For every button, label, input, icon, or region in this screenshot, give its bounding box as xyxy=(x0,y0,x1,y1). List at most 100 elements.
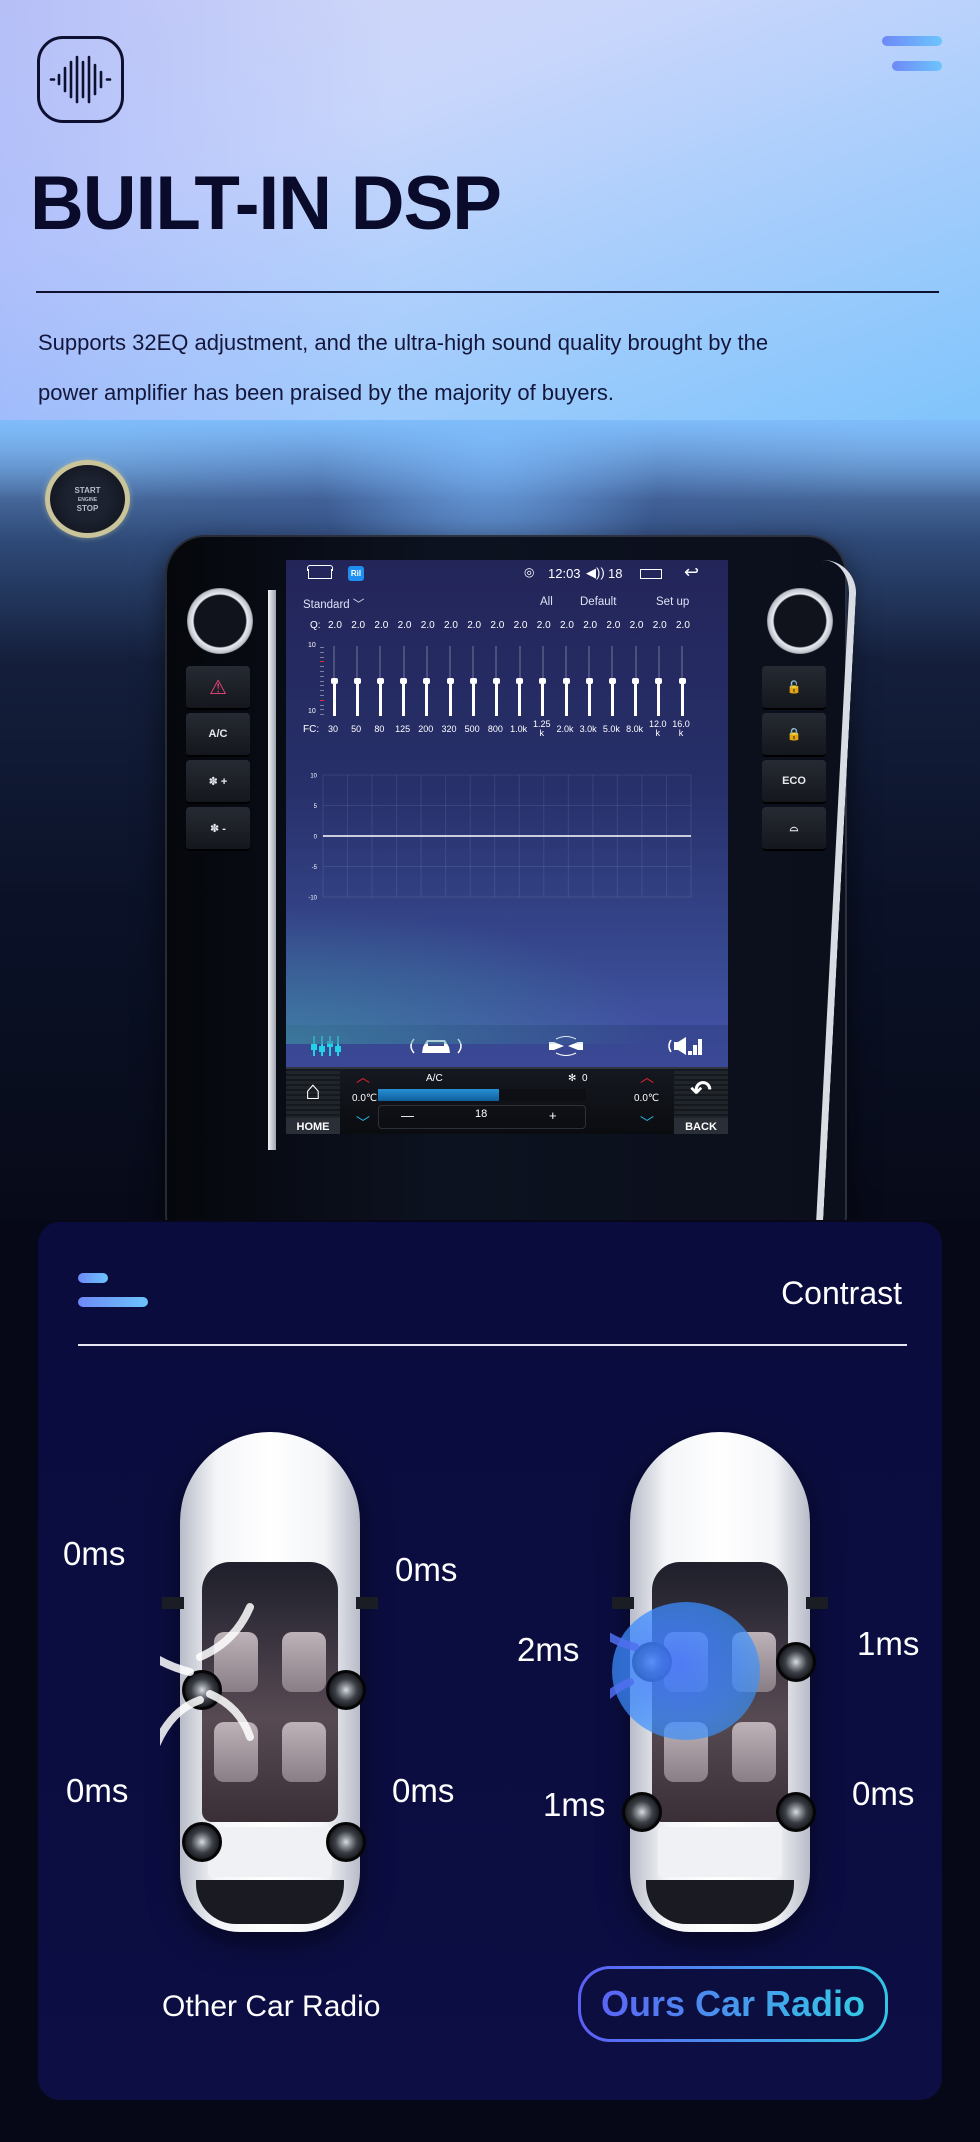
sound-wave-icon xyxy=(37,36,124,123)
scale-top-label: 10 xyxy=(308,642,316,649)
fc-value: 8.0k xyxy=(626,724,644,734)
left-temp: 0.0℃ xyxy=(352,1093,378,1104)
right-temp-down-icon[interactable]: ﹀ xyxy=(640,1113,654,1133)
scale-tick xyxy=(320,709,324,711)
eq-slider-fill xyxy=(494,681,498,716)
car-sound-field-tab[interactable] xyxy=(406,1033,466,1059)
fc-value: 320 xyxy=(441,724,457,734)
preset-dropdown[interactable]: Standard ﹀ xyxy=(303,596,364,612)
eq-slider-knob[interactable] xyxy=(330,678,338,684)
q-value: 2.0 xyxy=(652,620,667,631)
scale-tick xyxy=(320,680,324,682)
card-menu-icon[interactable] xyxy=(78,1273,148,1307)
equalizer-icon xyxy=(311,1036,341,1056)
setup-button[interactable]: Set up xyxy=(656,596,689,608)
left-temp-down-icon[interactable]: ﹀ xyxy=(356,1113,370,1133)
eq-slider-knob[interactable] xyxy=(469,678,477,684)
fan-plus-icon: ✽ + xyxy=(208,775,228,788)
fan-icon: ✻ xyxy=(568,1073,577,1084)
climate-bar: ⌂ HOME ︿ 0.0℃ ﹀ A/C ✻ 0 — 18 + ︿ 0.0℃ ﹀ … xyxy=(286,1067,728,1134)
balance-tab[interactable] xyxy=(536,1033,596,1059)
eq-slider-knob[interactable] xyxy=(608,678,616,684)
fc-value: 1.25 k xyxy=(533,719,551,738)
left-temp-up-icon[interactable]: ︿ xyxy=(356,1067,370,1087)
eq-slider-knob[interactable] xyxy=(423,678,431,684)
q-value: 2.0 xyxy=(420,620,435,631)
scale-tick xyxy=(320,675,324,677)
ours-car-radio-button[interactable]: Ours Car Radio xyxy=(578,1966,888,2042)
app-icon[interactable]: Ril xyxy=(348,566,364,581)
q-value: 2.0 xyxy=(490,620,505,631)
fc-values-row: FC: 30 50 80 125 200 320 500 800 1.0k 1.25 k 2.0k 3… xyxy=(286,720,728,749)
balance-icon xyxy=(549,1036,583,1056)
temp-stepper: — 18 + xyxy=(378,1105,586,1129)
menu-icon[interactable] xyxy=(882,36,942,76)
fan-speed-bar[interactable] xyxy=(378,1089,586,1101)
fc-value: 16.0 k xyxy=(672,719,690,738)
eq-slider-fill xyxy=(402,681,406,716)
home-button[interactable]: ⌂ HOME xyxy=(286,1071,340,1134)
ours-car-diagram xyxy=(610,1432,830,1932)
eq-slider-knob[interactable] xyxy=(446,678,454,684)
q-value: 2.0 xyxy=(583,620,598,631)
fc-value: 12.0 k xyxy=(649,719,667,738)
ours-front-right-delay: 1ms xyxy=(857,1625,920,1662)
eq-slider-fill xyxy=(471,681,475,716)
eq-slider-fill xyxy=(541,681,545,716)
eq-slider-knob[interactable] xyxy=(539,678,547,684)
lock-icon: 🔒 xyxy=(786,727,802,741)
other-car-radio-label: Other Car Radio xyxy=(162,1990,381,2023)
temp-plus-button[interactable]: + xyxy=(549,1108,557,1123)
eq-slider-knob[interactable] xyxy=(492,678,500,684)
fc-value: 50 xyxy=(351,724,362,734)
back-icon[interactable]: ↩ xyxy=(684,562,699,583)
scale-tick xyxy=(320,647,324,648)
eq-slider-knob[interactable] xyxy=(353,678,361,684)
default-button[interactable]: Default xyxy=(580,596,616,608)
y-tick-label: -10 xyxy=(308,896,317,902)
all-button[interactable]: All xyxy=(540,596,553,608)
other-front-left-delay: 0ms xyxy=(63,1535,126,1572)
eq-slider-knob[interactable] xyxy=(376,678,384,684)
ac-label[interactable]: A/C xyxy=(426,1073,443,1084)
arrow xyxy=(160,1696,204,1747)
eq-slider-knob[interactable] xyxy=(516,678,524,684)
eq-slider-knob[interactable] xyxy=(585,678,593,684)
right-temp-up-icon[interactable]: ︿ xyxy=(640,1067,654,1087)
lock-button: 🔒 xyxy=(762,713,826,757)
signal-icon: ◎ xyxy=(524,565,535,579)
eq-slider-knob[interactable] xyxy=(400,678,408,684)
eq-curve-graph: 10 5 0 -5 -10 xyxy=(286,755,728,925)
ours-front-left-delay: 2ms xyxy=(517,1631,580,1668)
home-icon[interactable] xyxy=(307,565,333,579)
sound-effects-tab[interactable] xyxy=(656,1033,716,1059)
eq-slider-knob[interactable] xyxy=(562,678,570,684)
other-rear-left-delay: 0ms xyxy=(66,1772,129,1809)
fan-minus-button: ✽ - xyxy=(186,807,250,851)
dsp-tab-bar xyxy=(286,1025,728,1067)
arrow xyxy=(610,1632,639,1651)
y-tick-label: 5 xyxy=(314,804,318,810)
scale-tick xyxy=(320,651,324,653)
equalizer-tab[interactable] xyxy=(296,1033,356,1059)
eco-icon: ECO xyxy=(782,775,806,787)
defrost-button: ⌓ xyxy=(762,807,826,851)
hazard-icon: ⚠ xyxy=(209,676,227,699)
q-value: 2.0 xyxy=(444,620,458,631)
eq-slider-fill xyxy=(355,681,359,716)
back-button[interactable]: ↶ BACK xyxy=(674,1071,728,1134)
volume-icon: ◀)) xyxy=(586,565,605,580)
temp-minus-button[interactable]: — xyxy=(401,1108,414,1123)
fc-value: 80 xyxy=(374,724,385,734)
fc-value: 30 xyxy=(327,724,338,734)
eco-button: ECO xyxy=(762,760,826,804)
eq-slider-knob[interactable] xyxy=(632,678,640,684)
hazard-button: ⚠ xyxy=(186,666,250,710)
eq-slider-knob[interactable] xyxy=(655,678,663,684)
eq-slider-fill xyxy=(634,681,638,716)
hero-description: Supports 32EQ adjustment, and the ultra-… xyxy=(38,318,938,418)
arrow xyxy=(206,1690,254,1741)
eq-slider-knob[interactable] xyxy=(678,678,686,684)
recent-apps-icon[interactable] xyxy=(640,569,662,579)
description-line-2: power amplifier has been praised by the … xyxy=(38,380,614,405)
